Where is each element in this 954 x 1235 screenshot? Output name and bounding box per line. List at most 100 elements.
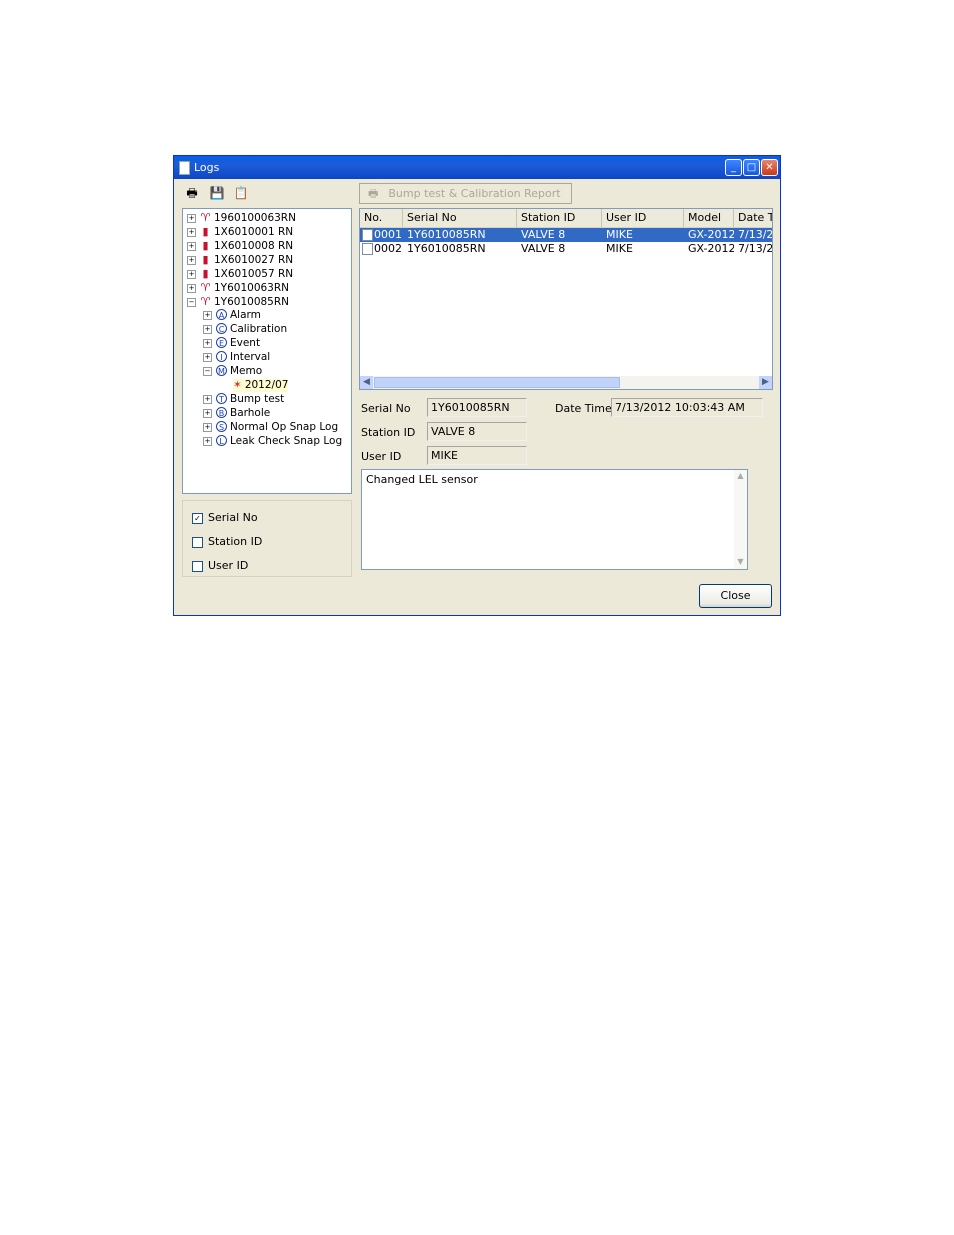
close-window-button[interactable]: ✕ [761,159,778,176]
list-header: No. Serial No Station ID User ID Model D… [360,209,772,228]
tree-item-instrument[interactable]: + ▮ 1X6010001 RN [187,225,293,238]
expand-icon: + [187,241,196,251]
instrument-tree[interactable]: + ♈ 1960100063RN + ▮ 1X6010001 RN + ▮ 1X601000… [182,208,352,494]
tree-item-normal-op-snap-log[interactable]: + S Normal Op Snap Log [203,421,338,434]
memo-textarea[interactable]: Changed LEL sensor ▲ ▼ [361,469,748,570]
cell-date: 7/13/2 [738,242,772,255]
scroll-left-icon[interactable]: ◀ [360,376,373,389]
cell-user: MIKE [606,228,633,241]
user-id-field[interactable]: MIKE [427,446,527,465]
printer-icon: 🖶 [368,187,379,200]
date-time-field[interactable]: 7/13/2012 10:03:43 AM [611,398,763,417]
tree-item-instrument[interactable]: + ▮ 1X6010008 RN [187,239,293,252]
instrument-icon: ♈ [200,281,211,294]
table-row[interactable]: 0001 1Y6010085RN VALVE 8 MIKE GX-2012 7/… [360,228,772,242]
tree-item-memo-month[interactable]: ✶ 2012/07 [233,379,289,392]
log-entry-icon [362,243,373,255]
expand-icon: + [203,324,212,334]
filter-serial-no[interactable]: ✓ Serial No [192,511,258,525]
log-entry-icon [362,229,373,241]
expand-icon: + [203,338,212,348]
expand-icon: + [187,269,196,279]
column-header-date-time[interactable]: Date T [734,209,772,227]
tree-item-memo[interactable]: − M Memo [203,365,262,378]
filter-user-id[interactable]: User ID [192,559,248,573]
instrument-icon: ▮ [202,239,209,252]
bump-test-icon: T [216,393,227,404]
tree-item-leak-check-snap-log[interactable]: + L Leak Check Snap Log [203,435,342,448]
cell-station: VALVE 8 [521,228,566,241]
interval-icon: I [216,351,227,362]
expand-icon: + [203,310,212,320]
instrument-icon: ▮ [202,225,209,238]
column-header-station-id[interactable]: Station ID [517,209,602,227]
column-header-user-id[interactable]: User ID [602,209,684,227]
tree-item-event[interactable]: + E Event [203,337,260,350]
maximize-button[interactable]: □ [743,159,760,176]
tree-item-bump-test[interactable]: + T Bump test [203,393,284,406]
horizontal-scrollbar[interactable]: ◀ ▶ [360,376,772,389]
tree-item-instrument[interactable]: − ♈ 1Y6010085RN [187,295,289,308]
cell-serial: 1Y6010085RN [407,242,486,255]
expand-icon: + [203,422,212,432]
minimize-button[interactable]: _ [725,159,742,176]
collapse-icon: − [203,366,212,376]
app-icon [179,161,190,175]
tree-item-alarm[interactable]: + A Alarm [203,309,261,322]
cell-station: VALVE 8 [521,242,566,255]
column-header-model[interactable]: Model [684,209,734,227]
expand-icon: + [187,227,196,237]
serial-no-field[interactable]: 1Y6010085RN [427,398,527,417]
column-header-serial-no[interactable]: Serial No [403,209,517,227]
title-bar[interactable]: Logs _ □ ✕ [174,156,780,179]
memo-icon: M [216,365,227,376]
table-row[interactable]: 0002 1Y6010085RN VALVE 8 MIKE GX-2012 7/… [360,242,772,256]
scroll-right-icon[interactable]: ▶ [759,376,772,389]
filter-group: ✓ Serial No Station ID User ID [182,500,352,577]
barhole-icon: B [216,407,227,418]
date-time-label: Date Time [555,402,612,415]
user-id-label: User ID [361,450,402,463]
tree-item-barhole[interactable]: + B Barhole [203,407,270,420]
calibration-icon: C [216,323,227,334]
vertical-scrollbar[interactable]: ▲ ▼ [734,470,747,569]
expand-icon: + [187,255,196,265]
station-id-label: Station ID [361,426,416,439]
expand-icon: + [203,394,212,404]
scroll-down-icon[interactable]: ▼ [735,557,746,568]
cell-date: 7/13/2 [738,228,772,241]
close-button[interactable]: Close [699,584,772,608]
column-header-no[interactable]: No. [360,209,403,227]
collapse-icon: − [187,297,196,307]
filter-station-id[interactable]: Station ID [192,535,262,549]
clipboard-icon[interactable]: 📋 [232,184,250,202]
tree-item-instrument[interactable]: + ♈ 1Y6010063RN [187,281,289,294]
instrument-icon: ♈ [200,295,211,308]
expand-icon: + [203,408,212,418]
tree-item-interval[interactable]: + I Interval [203,351,270,364]
report-button-label: Bump test & Calibration Report [388,187,561,200]
print-icon[interactable]: 🖶 [183,184,201,202]
serial-no-label: Serial No [361,402,411,415]
checkbox[interactable]: ✓ [192,512,203,524]
cell-serial: 1Y6010085RN [407,228,486,241]
station-id-field[interactable]: VALVE 8 [427,422,527,441]
checkbox[interactable] [192,536,203,548]
tree-item-instrument[interactable]: + ▮ 1X6010057 RN [187,267,293,280]
save-icon[interactable]: 💾 [208,184,226,202]
memo-text: Changed LEL sensor [366,473,478,486]
logs-window: Logs _ □ ✕ 🖶 💾 📋 🖶 Bump test & Calibratio… [173,155,781,616]
instrument-icon: ▮ [202,267,209,280]
scroll-up-icon[interactable]: ▲ [735,471,746,482]
tree-item-instrument[interactable]: + ▮ 1X6010027 RN [187,253,293,266]
scroll-thumb[interactable] [374,377,620,388]
tree-item-calibration[interactable]: + C Calibration [203,323,287,336]
checkbox[interactable] [192,560,203,572]
leak-check-icon: L [216,435,227,446]
log-list[interactable]: No. Serial No Station ID User ID Model D… [359,208,773,390]
tree-item-instrument[interactable]: + ♈ 1960100063RN [187,211,296,224]
snap-log-icon: S [216,421,227,432]
bump-calibration-report-button[interactable]: 🖶 Bump test & Calibration Report [359,183,572,204]
cell-model: GX-2012 [688,242,734,255]
folder-open-icon: ✶ [233,379,242,391]
